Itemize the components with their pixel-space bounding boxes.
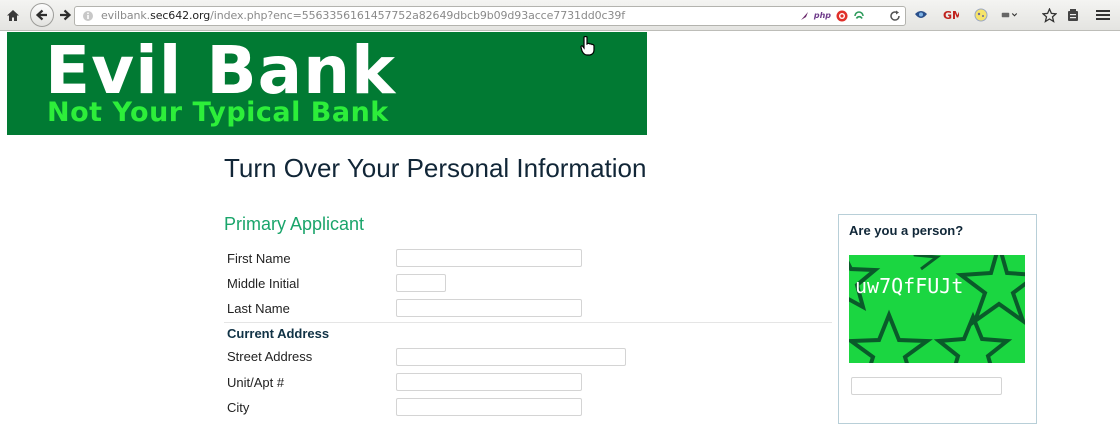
url-text: evilbank.sec642.org/index.php?enc=556335… bbox=[101, 7, 625, 25]
banner-tagline: Not Your Typical Bank bbox=[47, 97, 389, 128]
captcha-answer-input[interactable] bbox=[851, 377, 1002, 395]
label-current-address: Current Address bbox=[227, 326, 330, 341]
banner-title: Evil Bank bbox=[45, 32, 397, 109]
back-icon bbox=[36, 9, 47, 21]
street-address-input[interactable] bbox=[396, 348, 626, 366]
captcha-panel: Are you a person? uw7QfFUJt bbox=[838, 214, 1037, 424]
label-first-name: First Name bbox=[227, 251, 291, 266]
captcha-title: Are you a person? bbox=[849, 223, 964, 238]
captcha-text: uw7QfFUJt bbox=[855, 274, 963, 298]
back-button[interactable] bbox=[30, 3, 54, 27]
addon-green-wave-icon[interactable] bbox=[853, 10, 865, 22]
section-divider bbox=[224, 322, 832, 323]
home-icon[interactable] bbox=[4, 6, 22, 24]
url-host: sec642.org bbox=[150, 9, 211, 22]
reload-icon[interactable] bbox=[889, 10, 901, 22]
info-icon[interactable] bbox=[82, 10, 94, 25]
cookie-addon-icon[interactable] bbox=[972, 6, 990, 24]
url-path: /index.php?enc=5563356161457752a82649dbc… bbox=[210, 9, 626, 22]
city-input[interactable] bbox=[396, 398, 582, 416]
label-unit-apt: Unit/Apt # bbox=[227, 375, 285, 390]
url-host-prefix: evilbank. bbox=[101, 9, 151, 22]
label-street-address: Street Address bbox=[227, 349, 313, 364]
reader-icon[interactable] bbox=[1064, 6, 1082, 24]
url-addons: php bbox=[800, 8, 901, 24]
menu-icon[interactable] bbox=[1094, 6, 1112, 24]
page-title: Turn Over Your Personal Information bbox=[224, 153, 647, 183]
unit-apt-input[interactable] bbox=[396, 373, 582, 391]
label-city: City bbox=[227, 400, 250, 415]
browser-toolbar: evilbank.sec642.org/index.php?enc=556335… bbox=[0, 0, 1120, 31]
middle-initial-input[interactable] bbox=[396, 274, 446, 292]
label-middle-initial: Middle Initial bbox=[227, 276, 300, 291]
svg-text:GM: GM bbox=[943, 9, 959, 22]
last-name-input[interactable] bbox=[396, 299, 582, 317]
forward-icon[interactable] bbox=[56, 6, 74, 24]
hand-cursor-icon bbox=[580, 36, 595, 56]
url-bar[interactable]: evilbank.sec642.org/index.php?enc=556335… bbox=[74, 6, 906, 26]
gm-addon-icon[interactable]: GM bbox=[942, 6, 960, 24]
addon-php-label[interactable]: php bbox=[814, 7, 831, 25]
addon-feather-icon[interactable] bbox=[800, 11, 809, 21]
addon-target-icon[interactable] bbox=[836, 10, 848, 22]
shield-addon-icon[interactable] bbox=[912, 6, 930, 24]
label-last-name: Last Name bbox=[227, 301, 290, 316]
bank-banner: Evil Bank Not Your Typical Bank bbox=[7, 32, 647, 135]
extension-dropdown-icon[interactable] bbox=[1001, 6, 1019, 24]
bookmark-star-icon[interactable] bbox=[1040, 6, 1058, 24]
first-name-input[interactable] bbox=[396, 249, 582, 267]
section-title-primary-applicant: Primary Applicant bbox=[224, 214, 365, 234]
captcha-image: uw7QfFUJt bbox=[849, 255, 1025, 363]
